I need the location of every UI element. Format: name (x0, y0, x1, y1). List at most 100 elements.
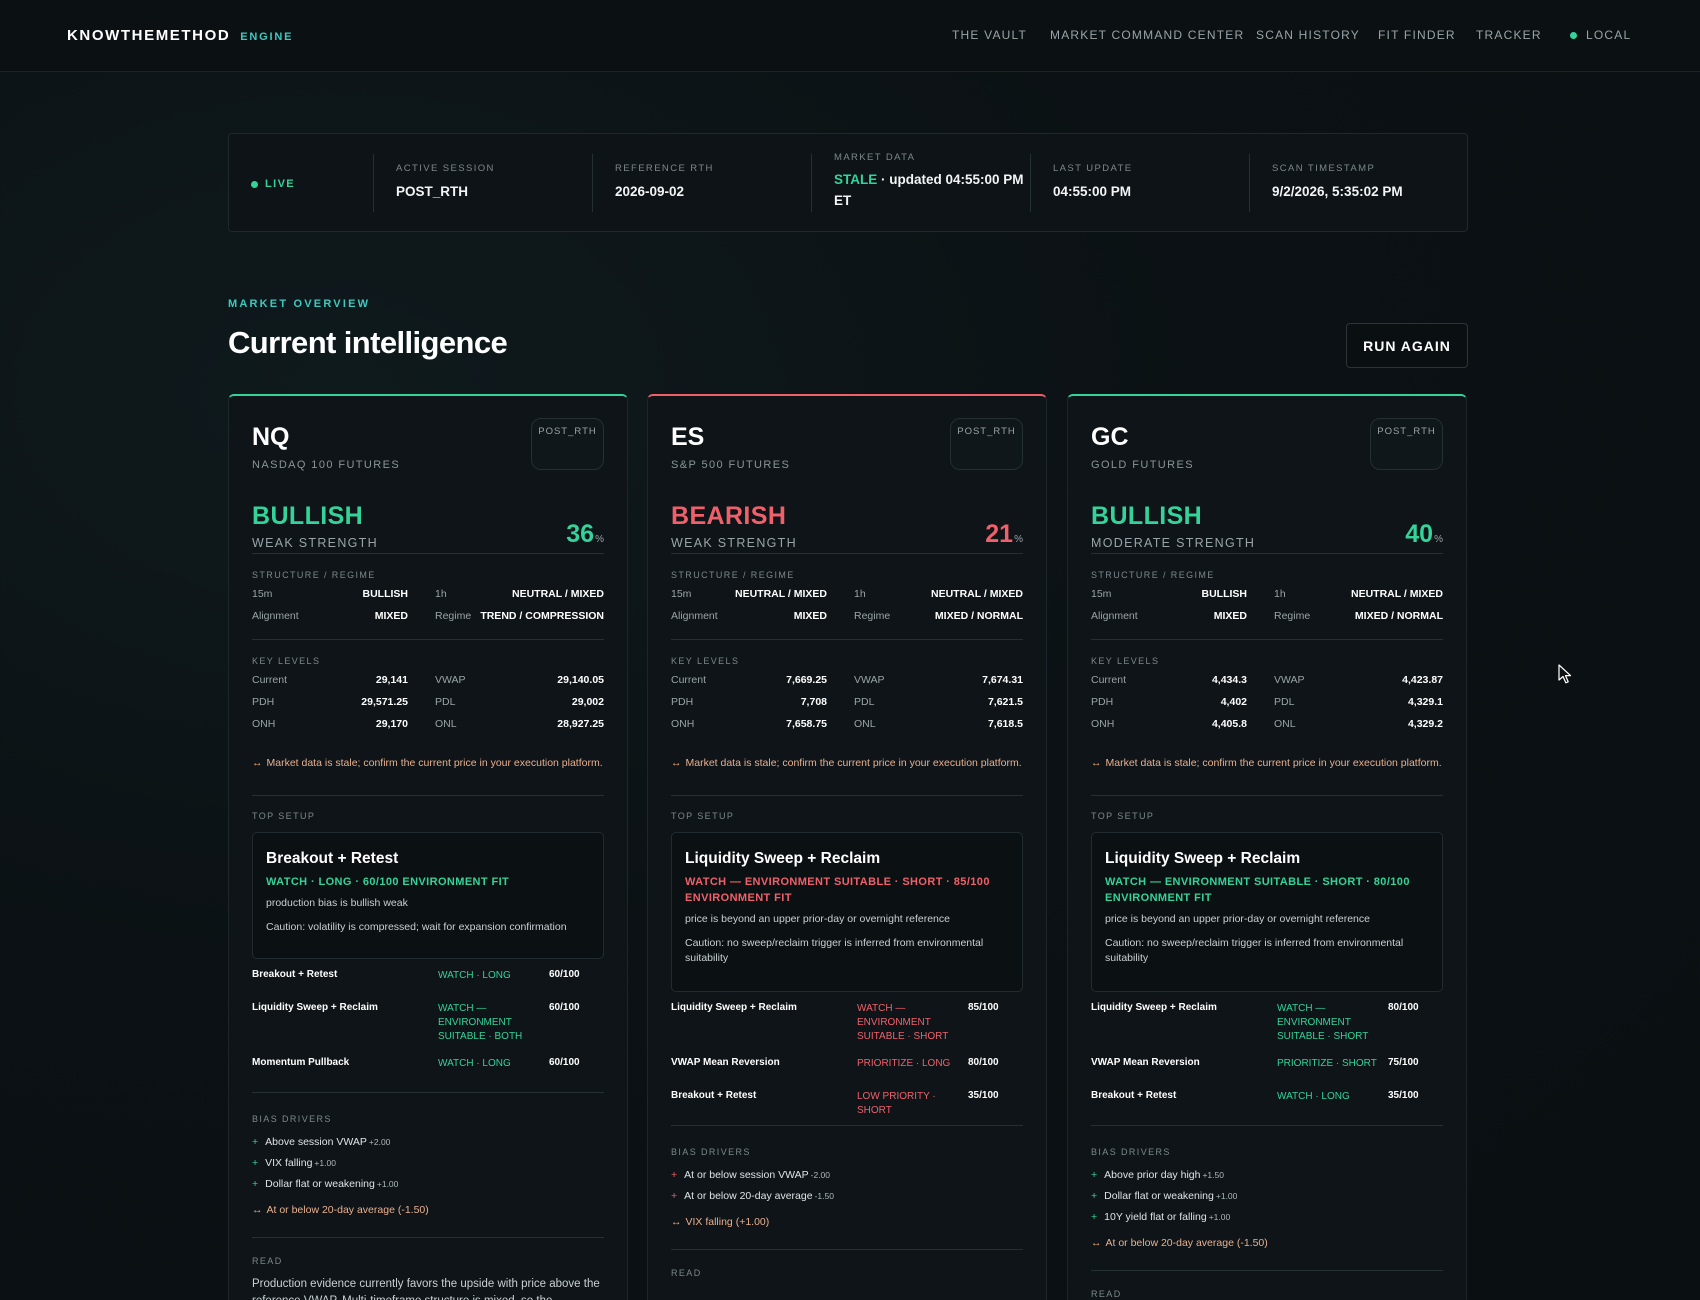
divider (252, 795, 604, 796)
value-onl: 28,927.25 (557, 718, 604, 730)
divider (671, 1125, 1023, 1126)
bias-driver: + Dollar flat or weakening +1.00 (1091, 1190, 1237, 1202)
plus-icon: + (252, 1178, 259, 1190)
bias-driver: + At or below session VWAP -2.00 (671, 1169, 830, 1181)
driver-delta: +1.50 (1202, 1170, 1224, 1180)
section-label-read: READ (671, 1268, 702, 1278)
structure-row: 15m BULLISH 1h NEUTRAL / MIXED (252, 588, 604, 604)
warning-arrows-icon: ↔ (1091, 1237, 1102, 1249)
value-onh: 29,170 (375, 718, 408, 730)
key-regime: Regime (435, 610, 472, 622)
value-15m: BULLISH (362, 588, 409, 600)
setup-row-name: VWAP Mean Reversion (1091, 1057, 1200, 1068)
warning-arrows-icon: ↔ (671, 1216, 682, 1228)
driver-warning-text: At or below 20-day average (-1.50) (266, 1204, 429, 1216)
plus-icon: + (252, 1136, 259, 1148)
setup-row-status: WATCH — ENVIRONMENT SUITABLE · SHORT (1277, 1003, 1369, 1042)
structure-row: Alignment MIXED Regime MIXED / NORMAL (671, 610, 1023, 626)
driver-text: Above session VWAP (265, 1136, 367, 1148)
value-regime: TREND / COMPRESSION (480, 610, 604, 622)
bias-label: BULLISH (1091, 502, 1203, 530)
key-pdl: PDL (1274, 696, 1295, 708)
structure-row: 15m NEUTRAL / MIXED 1h NEUTRAL / MIXED (671, 588, 1023, 604)
divider (1091, 1270, 1443, 1271)
level-row: PDH 7,708 PDL 7,621.5 (671, 696, 1023, 712)
key-15m: 15m (252, 588, 273, 600)
market-card-es[interactable]: ES S&P 500 FUTURES POST_RTH BEARISH WEAK… (647, 394, 1047, 1300)
stale-warning-text: Market data is stale; confirm the curren… (1105, 757, 1442, 769)
value-regime: MIXED / NORMAL (934, 610, 1023, 622)
section-label-top-setup: TOP SETUP (671, 811, 735, 821)
driver-delta: -1.50 (814, 1191, 834, 1201)
value-15m: NEUTRAL / MIXED (735, 588, 827, 600)
top-setup-card[interactable]: Liquidity Sweep + Reclaim WATCH — ENVIRO… (1091, 832, 1443, 992)
top-setup-card[interactable]: Liquidity Sweep + Reclaim WATCH — ENVIRO… (671, 832, 1023, 992)
level-row: ONH 4,405.8 ONL 4,329.2 (1091, 718, 1443, 734)
stat-label: ACTIVE SESSION (396, 163, 495, 174)
value-1h: NEUTRAL / MIXED (1351, 588, 1443, 600)
key-pdh: PDH (252, 696, 275, 708)
nav-link-tracker[interactable]: TRACKER (1476, 28, 1542, 42)
confidence-percent: 40% (1405, 520, 1443, 549)
plus-icon: + (1091, 1211, 1098, 1223)
instrument-name: S&P 500 FUTURES (671, 459, 791, 471)
value-pdh: 29,571.25 (361, 696, 408, 708)
status-dot-icon (1570, 31, 1577, 39)
bias-driver: + VIX falling +1.00 (252, 1157, 336, 1169)
confidence-value: 40 (1405, 520, 1434, 548)
key-current: Current (1091, 674, 1127, 686)
strength-label: WEAK STRENGTH (252, 536, 378, 550)
warning-arrows-icon: ↔ (671, 757, 682, 769)
stale-warning: ↔ Market data is stale; confirm the curre… (671, 756, 1023, 771)
confidence-value: 36 (566, 520, 595, 548)
top-setup-reason: production bias is bullish weak (266, 897, 408, 909)
value-vwap: 4,423.87 (1402, 674, 1443, 686)
divider (1091, 795, 1443, 796)
setup-row-score: 60/100 (549, 1057, 580, 1068)
driver-delta: +1.00 (376, 1179, 399, 1189)
stale-warning: ↔ Market data is stale; confirm the curre… (1091, 756, 1443, 771)
driver-text: VIX falling (265, 1157, 313, 1169)
live-dot-icon (251, 180, 258, 188)
level-row: Current 7,669.25 VWAP 7,674.31 (671, 674, 1023, 690)
key-regime: Regime (854, 610, 891, 622)
local-mode-indicator[interactable]: LOCAL (1570, 28, 1631, 42)
percent-sign: % (1014, 534, 1023, 545)
nav-link-the-vault[interactable]: THE VAULT (952, 28, 1027, 42)
driver-delta: +2.00 (368, 1137, 391, 1147)
value-current: 29,141 (375, 674, 408, 686)
stat-label: MARKET DATA (834, 152, 916, 163)
market-card-nq[interactable]: NQ NASDAQ 100 FUTURES POST_RTH BULLISH W… (228, 394, 628, 1300)
driver-warning-text: VIX falling (+1.00) (685, 1216, 770, 1228)
value-current: 4,434.3 (1211, 674, 1247, 686)
value-onh: 7,658.75 (786, 718, 827, 730)
run-again-button[interactable]: RUN AGAIN (1346, 323, 1468, 368)
setup-row-status: WATCH — ENVIRONMENT SUITABLE · BOTH (438, 1003, 523, 1042)
nav-link-fit-finder[interactable]: FIT FINDER (1378, 28, 1456, 42)
brand[interactable]: KNOWTHEMETHOD ENGINE (67, 27, 293, 44)
top-setup-reason: price is beyond an upper prior-day or ov… (1105, 913, 1370, 925)
driver-warning-text: At or below 20-day average (-1.50) (1105, 1237, 1268, 1249)
key-onl: ONL (435, 718, 457, 730)
stat-value: POST_RTH (396, 184, 469, 199)
driver-text: Dollar flat or weakening (265, 1178, 375, 1190)
instrument-name: GOLD FUTURES (1091, 459, 1194, 471)
market-card-gc[interactable]: GC GOLD FUTURES POST_RTH BULLISH MODERAT… (1067, 394, 1467, 1300)
setup-row-score: 60/100 (549, 969, 580, 980)
top-setup-caution: Caution: volatility is compressed; wait … (266, 921, 567, 933)
nav-link-market-command-center[interactable]: MARKET COMMAND CENTER (1050, 28, 1244, 42)
stat-reference-rth: REFERENCE RTH 2026-09-02 (592, 154, 811, 212)
value-alignment: MIXED (1213, 610, 1247, 622)
section-label-bias-drivers: BIAS DRIVERS (1091, 1147, 1171, 1157)
setup-row-name: Momentum Pullback (252, 1057, 350, 1068)
driver-delta: +1.00 (1208, 1212, 1231, 1222)
top-setup-card[interactable]: Breakout + Retest WATCH · LONG · 60/100 … (252, 832, 604, 959)
top-nav: KNOWTHEMETHOD ENGINE THE VAULT MARKET CO… (0, 0, 1700, 72)
nav-link-scan-history[interactable]: SCAN HISTORY (1256, 28, 1360, 42)
value-vwap: 29,140.05 (557, 674, 604, 686)
divider (671, 795, 1023, 796)
level-row: ONH 7,658.75 ONL 7,618.5 (671, 718, 1023, 734)
structure-row: Alignment MIXED Regime TREND / COMPRESSI… (252, 610, 604, 626)
brand-name: KNOWTHEMETHOD (67, 27, 231, 44)
setup-row-name: Breakout + Retest (1091, 1090, 1177, 1101)
